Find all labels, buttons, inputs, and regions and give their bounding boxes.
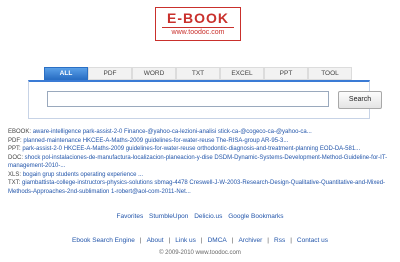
archiver-link[interactable]: Archiver [238,237,262,244]
rss-link[interactable]: Rss [274,237,285,244]
site-logo[interactable]: E-BOOK www.toodoc.com [155,7,241,41]
separator: | [231,237,234,244]
list-item: PPT: park-assist-2-0 HKCEE-A-Maths-2009 … [8,145,392,154]
recent-searches: EBOOK: aware-intelligence park-assist-2-… [8,128,392,196]
tab-all[interactable]: ALL [44,67,88,80]
ebook-search-engine-link[interactable]: Ebook Search Engine [72,237,135,244]
category-label: PPT: [8,146,21,152]
separator: | [200,237,203,244]
separator: | [290,237,292,244]
delicious-link[interactable]: Delicio.us [194,213,222,220]
list-item: DOC: shock pol-instalaciones-de-manufact… [8,154,392,171]
category-label: XLS: [8,171,22,178]
copyright: © 2009-2010 www.toodoc.com [159,250,241,256]
logo-title: E-BOOK [167,10,229,26]
tab-word[interactable]: WORD [132,67,176,80]
list-item: XLS: bogain grup students operating expe… [8,171,392,180]
dmca-link[interactable]: DMCA [208,237,227,244]
result-links[interactable]: park-assist-2-0 HKCEE-A-Maths-2009 guide… [22,146,360,152]
search-panel: Search [28,80,382,119]
separator: | [139,237,142,244]
result-links[interactable]: aware-intelligence park-assist-2-0 Finan… [33,129,312,135]
stumbleupon-link[interactable]: StumbleUpon [149,213,188,220]
result-links[interactable]: shock pol-instalaciones-de-manufactura-l… [8,155,387,170]
list-item: TXT: giambattista-college-instructors-ph… [8,179,392,196]
result-links[interactable]: planned-maintenance HKCEE-A-Maths-2009 g… [23,138,288,144]
link-us-link[interactable]: Link us [175,237,196,244]
category-label: TXT: [8,180,21,186]
tab-ppt[interactable]: PPT [264,67,308,80]
tab-txt[interactable]: TXT [176,67,220,80]
separator: | [168,237,171,244]
about-link[interactable]: About [147,237,164,244]
footer-nav: Ebook Search Engine | About | Link us | DMCA | A… [0,237,400,244]
file-type-tabs: ALL PDF WORD TXT EXCEL PPT TOOL [44,67,352,80]
result-links[interactable]: giambattista-college-instructors-physics… [8,180,385,195]
separator: | [267,237,269,244]
category-label: DOC: [8,154,23,161]
contact-us-link[interactable]: Contact us [297,237,328,244]
search-button[interactable]: Search [338,91,382,109]
tab-tool[interactable]: TOOL [308,67,352,80]
search-input[interactable] [47,91,329,107]
category-label: PDF: [8,137,22,144]
bookmark-links: Favorites StumbleUpon Delicio.us Google … [0,213,400,220]
logo-url: www.toodoc.com [162,27,234,37]
favorites-link[interactable]: Favorites [116,213,143,220]
list-item: EBOOK: aware-intelligence park-assist-2-… [8,128,392,137]
google-bookmarks-link[interactable]: Google Bookmarks [228,213,283,220]
category-label: EBOOK: [8,129,32,135]
tab-pdf[interactable]: PDF [88,67,132,80]
list-item: PDF: planned-maintenance HKCEE-A-Maths-2… [8,137,392,146]
result-links[interactable]: bogain grup students operating experienc… [23,172,143,178]
tab-excel[interactable]: EXCEL [220,67,264,80]
